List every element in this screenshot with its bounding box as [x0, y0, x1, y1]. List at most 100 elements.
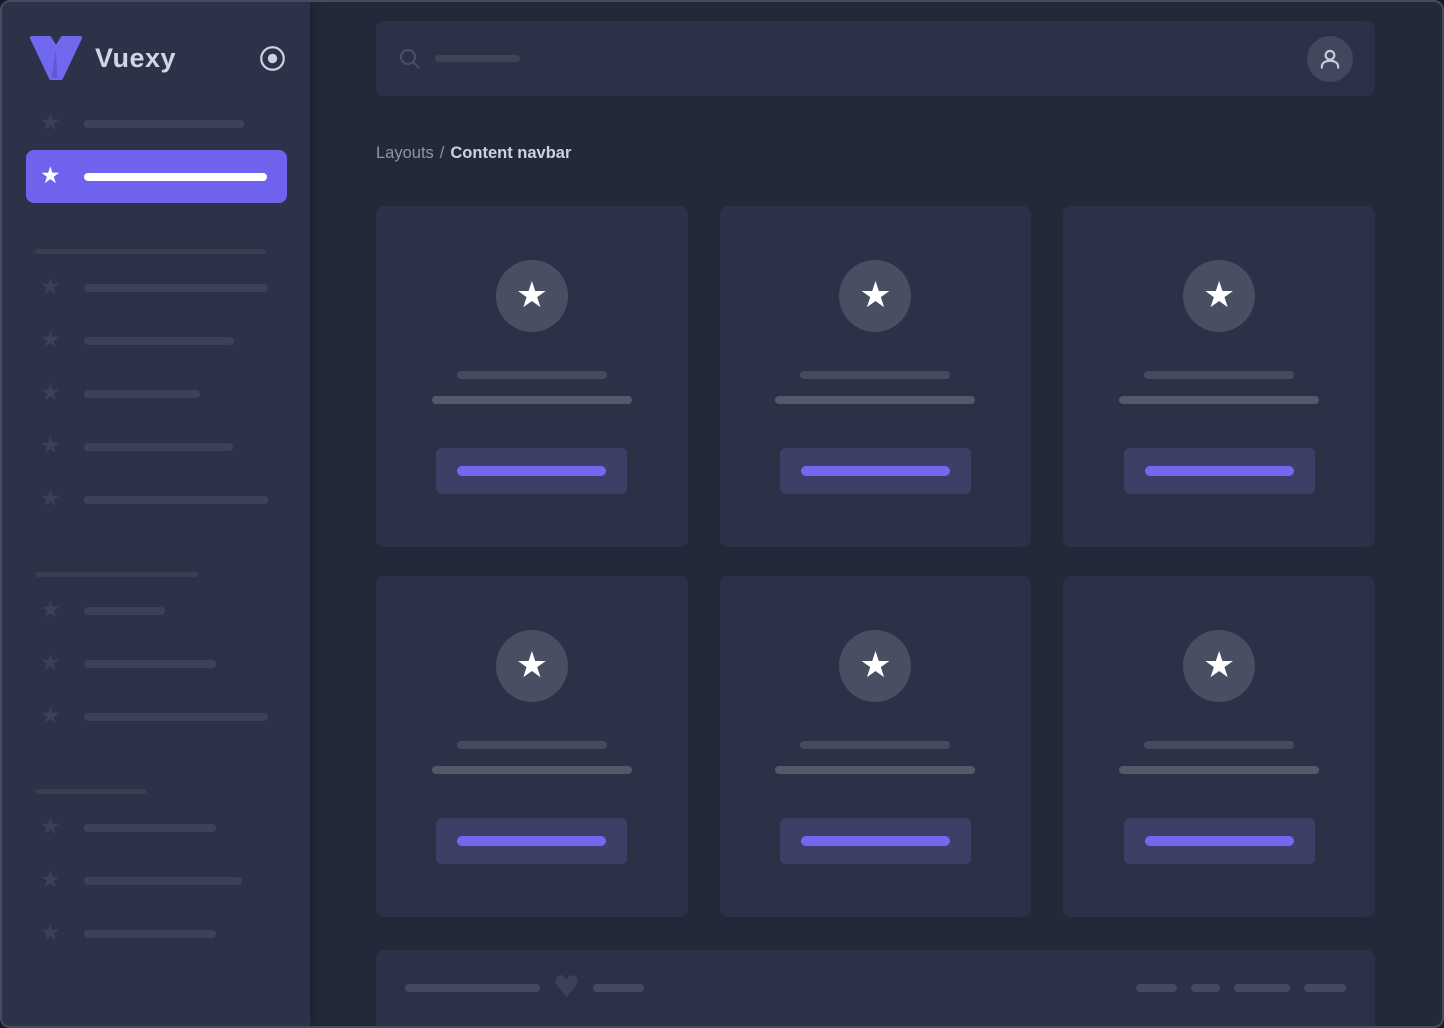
card-avatar-circle: ★: [1183, 630, 1255, 702]
menu-item-label-placeholder: [84, 660, 216, 668]
sidebar-menu-item[interactable]: ★: [26, 584, 287, 637]
card-avatar-circle: ★: [839, 630, 911, 702]
star-icon: ★: [40, 652, 67, 675]
person-icon: [1317, 46, 1343, 72]
button-label-placeholder: [801, 466, 950, 476]
content-card: ★: [376, 206, 688, 547]
card-action-button[interactable]: [1124, 818, 1315, 864]
star-icon: ★: [1203, 278, 1235, 314]
main-content: Layouts/Content navbar ★ ★ ★ ★: [310, 2, 1442, 1026]
menu-item-label-placeholder: [84, 607, 165, 615]
footer-link-placeholder: [1191, 984, 1220, 992]
card-action-button[interactable]: [780, 818, 971, 864]
star-icon: ★: [40, 816, 67, 839]
sidebar-section-header-placeholder: [35, 789, 147, 794]
button-label-placeholder: [1145, 836, 1294, 846]
star-icon: ★: [516, 278, 548, 314]
sidebar: Vuexy ★ ★ ★ ★ ★ ★ ★ ★ ★: [2, 2, 310, 1026]
menu-item-label-placeholder: [84, 930, 216, 938]
sidebar-menu-item[interactable]: ★: [26, 637, 287, 690]
sidebar-section-header-placeholder: [35, 249, 266, 254]
sidebar-menu-item[interactable]: ★: [26, 367, 287, 420]
brand-name: Vuexy: [95, 43, 176, 74]
sidebar-menu-item[interactable]: ★: [26, 690, 287, 743]
search-icon: [398, 47, 422, 71]
sidebar-menu: ★ ★ ★ ★ ★ ★ ★ ★ ★ ★ ★ ★ ★: [2, 97, 310, 960]
button-label-placeholder: [801, 836, 950, 846]
heart-icon: ♥: [553, 973, 580, 1003]
breadcrumb-link-layouts[interactable]: Layouts: [376, 144, 434, 162]
footer-left-group: ♥: [405, 980, 644, 996]
button-label-placeholder: [457, 836, 606, 846]
card-avatar-circle: ★: [839, 260, 911, 332]
star-icon: ★: [40, 705, 67, 728]
content-card: ★: [720, 206, 1032, 547]
card-title-placeholder: [457, 741, 607, 749]
menu-item-label-placeholder: [84, 713, 268, 721]
star-icon: ★: [516, 648, 548, 684]
card-action-button[interactable]: [1124, 448, 1315, 494]
footer-text-placeholder: [405, 984, 540, 992]
star-icon: ★: [40, 488, 67, 511]
sidebar-menu-item[interactable]: ★: [26, 473, 287, 526]
star-icon: ★: [859, 648, 891, 684]
star-icon: ★: [40, 382, 67, 405]
card-title-placeholder: [800, 371, 950, 379]
search-input[interactable]: [398, 47, 1307, 71]
card-avatar-circle: ★: [496, 630, 568, 702]
card-title-placeholder: [1144, 371, 1294, 379]
card-subtitle-placeholder: [432, 396, 632, 404]
card-action-button[interactable]: [780, 448, 971, 494]
sidebar-section-header-placeholder: [35, 572, 198, 577]
search-placeholder-bar: [435, 55, 520, 62]
sidebar-menu-item[interactable]: ★: [26, 854, 287, 907]
star-icon: ★: [40, 435, 67, 458]
sidebar-menu-item[interactable]: ★: [26, 97, 287, 150]
menu-item-label-placeholder: [84, 284, 268, 292]
card-subtitle-placeholder: [775, 396, 975, 404]
footer-link-placeholder: [1136, 984, 1177, 992]
menu-pin-toggle-icon[interactable]: [259, 45, 286, 72]
star-icon: ★: [40, 112, 67, 135]
menu-item-label-placeholder: [84, 496, 268, 504]
card-title-placeholder: [457, 371, 607, 379]
card-subtitle-placeholder: [432, 766, 632, 774]
menu-item-label-placeholder: [84, 120, 244, 128]
card-action-button[interactable]: [436, 448, 627, 494]
footer-link-placeholder: [1304, 984, 1346, 992]
footer-text-placeholder: [593, 984, 644, 992]
card-subtitle-placeholder: [775, 766, 975, 774]
star-icon: ★: [40, 329, 67, 352]
card-title-placeholder: [800, 741, 950, 749]
star-icon: ★: [40, 869, 67, 892]
star-icon: ★: [40, 165, 67, 188]
footer-card: ♥: [376, 950, 1375, 1028]
card-action-button[interactable]: [436, 818, 627, 864]
star-icon: ★: [1203, 648, 1235, 684]
breadcrumb: Layouts/Content navbar: [376, 143, 1375, 163]
button-label-placeholder: [457, 466, 606, 476]
card-subtitle-placeholder: [1119, 396, 1319, 404]
card-avatar-circle: ★: [1183, 260, 1255, 332]
menu-item-label-placeholder: [84, 390, 200, 398]
star-icon: ★: [40, 599, 67, 622]
card-title-placeholder: [1144, 741, 1294, 749]
breadcrumb-separator: /: [440, 144, 445, 162]
content-card: ★: [1063, 576, 1375, 917]
sidebar-menu-item[interactable]: ★: [26, 261, 287, 314]
sidebar-menu-item[interactable]: ★: [26, 907, 287, 960]
sidebar-menu-item[interactable]: ★: [26, 314, 287, 367]
top-navbar: [376, 21, 1375, 96]
brand-header: Vuexy: [2, 2, 310, 81]
content-card: ★: [1063, 206, 1375, 547]
user-avatar-button[interactable]: [1307, 36, 1353, 82]
app-window: Vuexy ★ ★ ★ ★ ★ ★ ★ ★ ★: [0, 0, 1444, 1028]
button-label-placeholder: [1145, 466, 1294, 476]
star-icon: ★: [40, 276, 67, 299]
sidebar-menu-item[interactable]: ★: [26, 150, 287, 203]
sidebar-menu-item[interactable]: ★: [26, 420, 287, 473]
sidebar-menu-item[interactable]: ★: [26, 801, 287, 854]
menu-item-label-placeholder: [84, 443, 233, 451]
star-icon: ★: [859, 278, 891, 314]
card-grid: ★ ★ ★ ★ ★: [376, 206, 1375, 917]
